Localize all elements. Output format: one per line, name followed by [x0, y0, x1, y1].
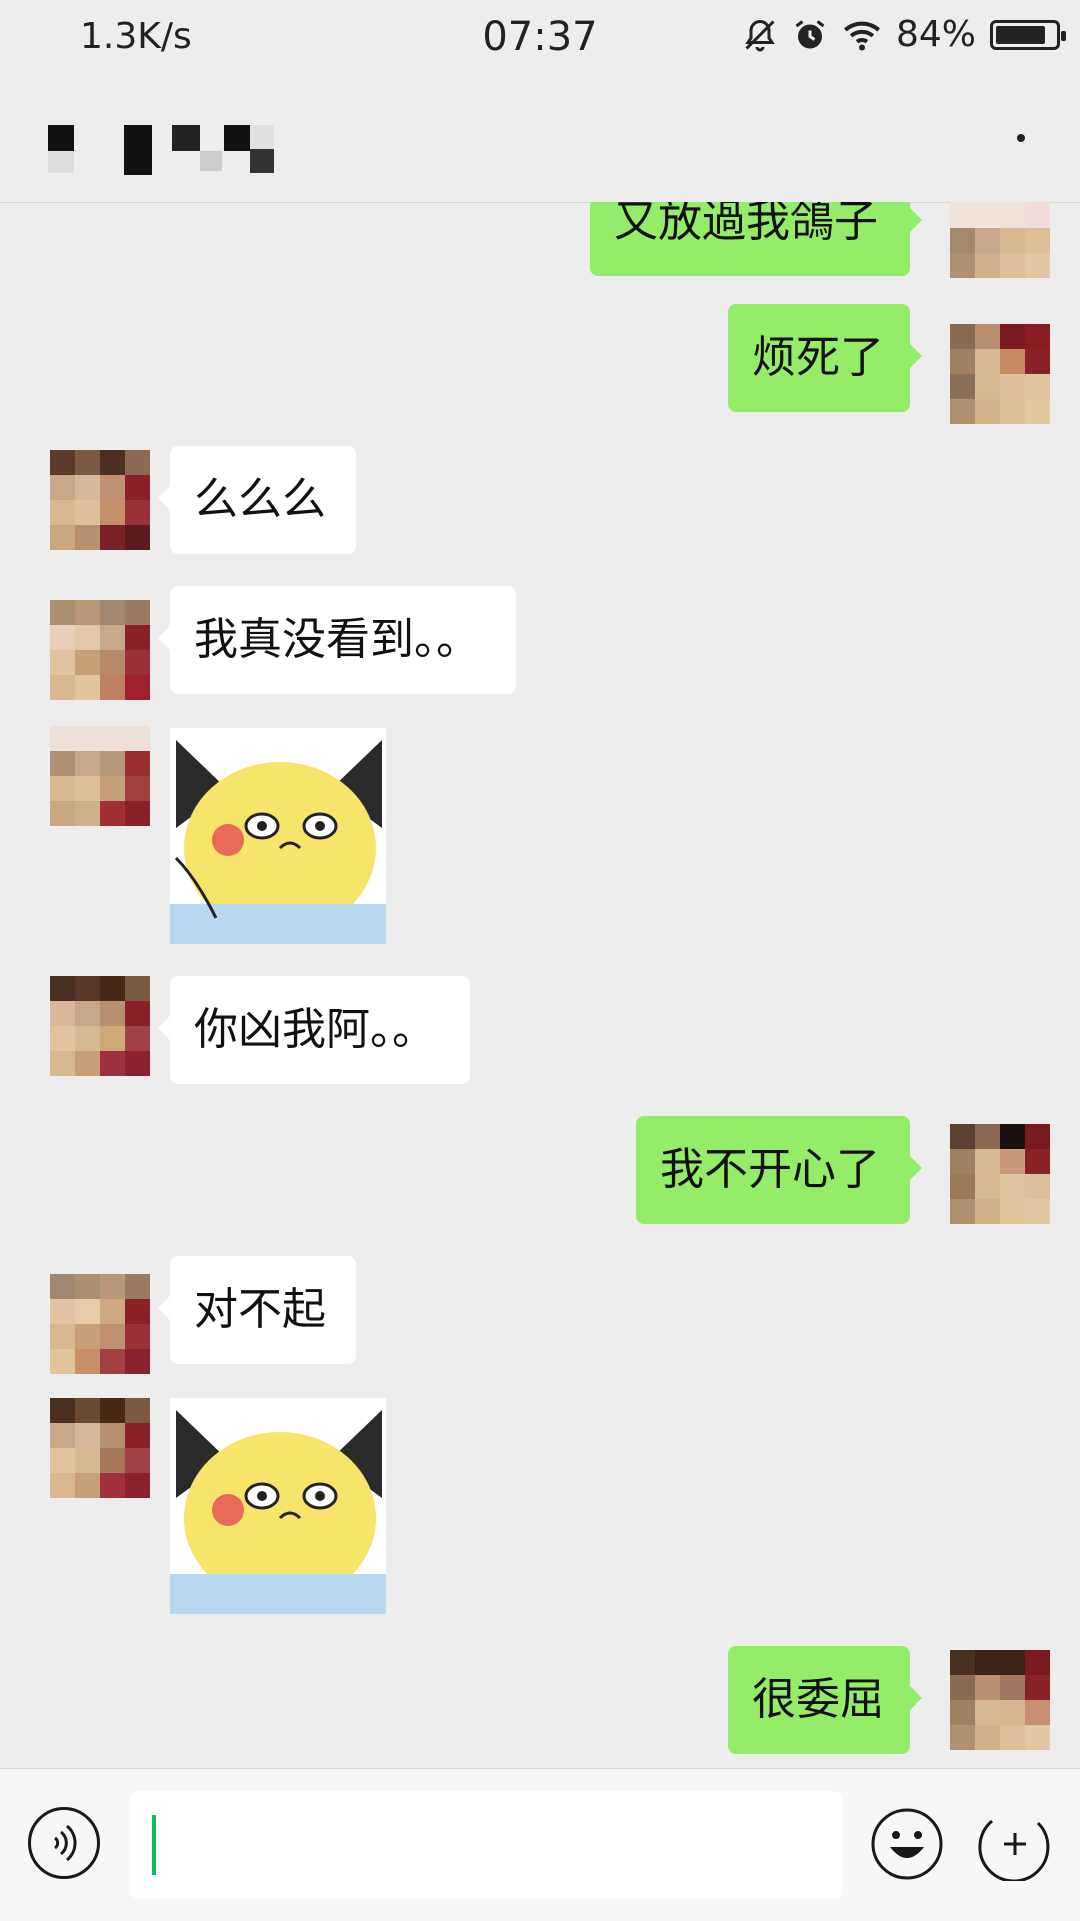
status-bar: 1.3K/s 07:37 84% [0, 0, 1080, 75]
voice-icon[interactable] [28, 1807, 100, 1879]
text-cursor [152, 1815, 156, 1875]
self-avatar[interactable] [950, 202, 1050, 278]
status-icons: 84% [742, 14, 1066, 55]
contact-avatar[interactable] [50, 726, 150, 826]
more-icon[interactable] [1017, 134, 1025, 142]
self-avatar[interactable] [950, 1124, 1050, 1224]
message-bubble[interactable]: 你凶我阿。。 [158, 976, 470, 1084]
message-bubble[interactable]: 么么么 [158, 446, 356, 554]
message-bubble[interactable]: 我真没看到。。 [158, 586, 516, 694]
message-bubble[interactable]: 又放過我鴿子 [590, 202, 922, 276]
notifications-off-icon [742, 17, 778, 53]
contact-avatar[interactable] [50, 1274, 150, 1374]
message-input[interactable] [130, 1791, 842, 1899]
battery-icon [990, 19, 1066, 50]
message-bubble[interactable]: 对不起 [158, 1256, 356, 1364]
self-avatar[interactable] [950, 1650, 1050, 1750]
message-bubble[interactable]: 很委屈 [728, 1646, 922, 1754]
chat-header [0, 75, 1080, 203]
sticker-image[interactable] [170, 1398, 386, 1614]
plus-icon[interactable] [978, 1807, 1052, 1883]
battery-percent: 84% [895, 14, 976, 55]
battery-fill [996, 25, 1045, 44]
contact-avatar[interactable] [50, 1398, 150, 1498]
message-bubble[interactable]: 我不开心了 [636, 1116, 922, 1224]
self-avatar[interactable] [950, 324, 1050, 424]
contact-avatar[interactable] [50, 976, 150, 1076]
message-bubble[interactable]: 烦死了 [728, 304, 922, 412]
alarm-icon [792, 17, 828, 53]
sticker-image[interactable] [170, 728, 386, 944]
contact-avatar[interactable] [50, 450, 150, 550]
contact-avatar[interactable] [50, 600, 150, 700]
input-bar [0, 1768, 1080, 1921]
message-list: 又放過我鴿子 烦死了 么么么 我真没看到。。 你凶我阿。。 我不开心了 对不起 … [0, 202, 1080, 1768]
wifi-icon [842, 18, 882, 52]
emoji-icon[interactable] [870, 1807, 944, 1881]
